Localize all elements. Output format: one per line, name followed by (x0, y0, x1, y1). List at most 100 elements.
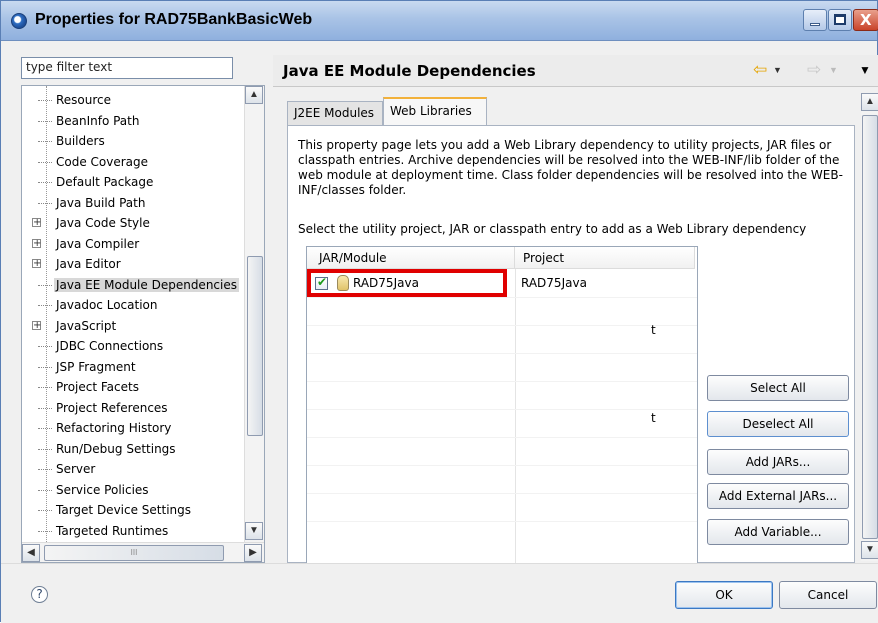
tree-item-label: BeanInfo Path (56, 113, 140, 128)
back-arrow-icon[interactable]: ⇦ (753, 60, 767, 80)
tree-connector (38, 202, 52, 204)
tree-item-label: Builders (56, 134, 105, 148)
tree-item[interactable]: Javadoc Location (22, 295, 244, 315)
minimize-button[interactable] (803, 9, 827, 31)
tree-item[interactable]: Java Build Path (22, 193, 244, 213)
tree-item[interactable]: Target Device Settings (22, 500, 244, 520)
tree-item[interactable]: Default Package (22, 172, 244, 192)
tree-item-label: Resource (56, 93, 112, 107)
tree-vertical-scrollbar[interactable]: ▲ ▼ (244, 86, 264, 542)
tree-item[interactable]: + Java Editor (22, 254, 244, 274)
page-vertical-scrollbar[interactable]: ▲ ▼ (861, 93, 878, 561)
view-menu-icon[interactable]: ▼ (859, 63, 871, 77)
close-icon: X (860, 11, 872, 29)
add-external-jars-button[interactable]: Add External JARs... (707, 483, 849, 509)
tree-item[interactable]: JDBC Connections (22, 336, 244, 356)
tree-item-label: Java EE Module Dependencies (54, 277, 239, 292)
tree-item-label: Default Package (56, 175, 154, 189)
tree-item[interactable]: Project References (22, 398, 244, 418)
highlight-box (307, 269, 507, 297)
tree-item[interactable]: Service Policies (22, 480, 244, 500)
ok-button[interactable]: OK (675, 581, 773, 609)
tree-connector (38, 387, 52, 388)
tree-connector (38, 448, 52, 450)
tree-connector (38, 489, 52, 491)
tree-item-label: Java Editor (56, 257, 121, 271)
tab-j2ee-modules[interactable]: J2EE Modules (287, 101, 383, 125)
forward-arrow-icon[interactable]: ⇨ (807, 60, 821, 80)
tree-item[interactable]: Server (22, 459, 244, 479)
expand-icon[interactable]: + (32, 218, 41, 228)
maximize-button[interactable] (828, 9, 852, 31)
deselect-all-button[interactable]: Deselect All (707, 411, 849, 437)
tree-item[interactable]: Resource (22, 90, 244, 110)
tree-item[interactable]: BeanInfo Path (22, 111, 244, 131)
tree-horizontal-scrollbar[interactable]: ◀ III ▶ (22, 542, 264, 562)
app-icon (11, 13, 27, 29)
add-variable-button[interactable]: Add Variable... (707, 519, 849, 545)
tree-item-label: JSP Fragment (56, 359, 136, 374)
tree-item-label: Refactoring History (56, 421, 172, 435)
tree-item[interactable]: Code Coverage (22, 152, 244, 172)
back-dropdown-icon[interactable]: ▼ (773, 65, 782, 75)
cancel-button[interactable]: Cancel (779, 581, 877, 609)
minimize-icon (810, 23, 820, 26)
tree-connector (38, 120, 52, 122)
scroll-down-icon[interactable]: ▼ (245, 522, 263, 540)
tree-connector (38, 100, 52, 101)
expand-icon[interactable]: + (32, 259, 41, 269)
tree-item-label: Service Policies (56, 482, 149, 497)
help-icon[interactable]: ? (31, 586, 48, 603)
tab-web-libraries[interactable]: Web Libraries (383, 97, 487, 125)
close-button[interactable]: X (853, 9, 878, 31)
tree-connector (38, 284, 52, 286)
tree-item[interactable]: Targeted Runtimes (22, 521, 244, 541)
page-scroll-up-icon[interactable]: ▲ (861, 93, 878, 111)
tree-connector (38, 407, 52, 409)
project-name: RAD75Java (521, 276, 587, 290)
tree-connector (38, 161, 52, 163)
column-header-module[interactable]: JAR/Module (307, 247, 515, 269)
scroll-right-icon[interactable]: ▶ (244, 544, 262, 562)
filter-input[interactable]: type filter text (21, 57, 233, 79)
row-divider (307, 521, 697, 522)
tree-item-label: Run/Debug Settings (56, 441, 176, 456)
maximize-icon (834, 14, 846, 25)
stray-text: t (651, 411, 656, 425)
page-scroll-thumb[interactable] (862, 115, 878, 539)
add-jars-button[interactable]: Add JARs... (707, 449, 849, 475)
tree-item[interactable]: Builders (22, 131, 244, 151)
tree-item[interactable]: Java EE Module Dependencies (22, 275, 244, 295)
scroll-up-icon[interactable]: ▲ (245, 86, 263, 104)
scroll-thumb[interactable] (247, 256, 263, 436)
tree-item[interactable]: + Java Code Style (22, 213, 244, 233)
title-bar[interactable]: Properties for RAD75BankBasicWeb X (1, 1, 878, 41)
page-scroll-down-icon[interactable]: ▼ (861, 541, 878, 559)
tree-item[interactable]: Run/Debug Settings (22, 439, 244, 459)
row-divider (307, 381, 697, 382)
forward-dropdown-icon[interactable]: ▼ (829, 65, 838, 75)
page-header: Java EE Module Dependencies ⇦ ▼ ⇨ ▼ ▼ (273, 55, 878, 87)
tree-connector (38, 305, 52, 306)
row-divider (307, 437, 697, 438)
scroll-left-icon[interactable]: ◀ (22, 544, 40, 562)
tree-connector (38, 346, 52, 347)
tree-connector (38, 469, 52, 470)
expand-icon[interactable]: + (32, 320, 41, 330)
expand-icon[interactable]: + (32, 238, 41, 248)
tree-item[interactable]: Project Facets (22, 377, 244, 397)
tree-item-label: Java Code Style (56, 216, 150, 230)
tree-connector (38, 428, 52, 429)
column-header-project[interactable]: Project (515, 247, 695, 269)
tree-item[interactable]: + JavaScript (22, 316, 244, 336)
tree-connector (38, 366, 52, 368)
page-title: Java EE Module Dependencies (283, 62, 536, 80)
horizontal-scroll-thumb[interactable]: III (44, 545, 224, 561)
select-all-button[interactable]: Select All (707, 375, 849, 401)
properties-tree: Resource BeanInfo Path Builders Code Covera… (21, 85, 265, 563)
tree-item-label: Server (56, 462, 96, 476)
tree-item-label: Targeted Runtimes (56, 523, 169, 538)
tree-item[interactable]: Refactoring History (22, 418, 244, 438)
tree-item[interactable]: JSP Fragment (22, 357, 244, 377)
tree-item[interactable]: + Java Compiler (22, 234, 244, 254)
